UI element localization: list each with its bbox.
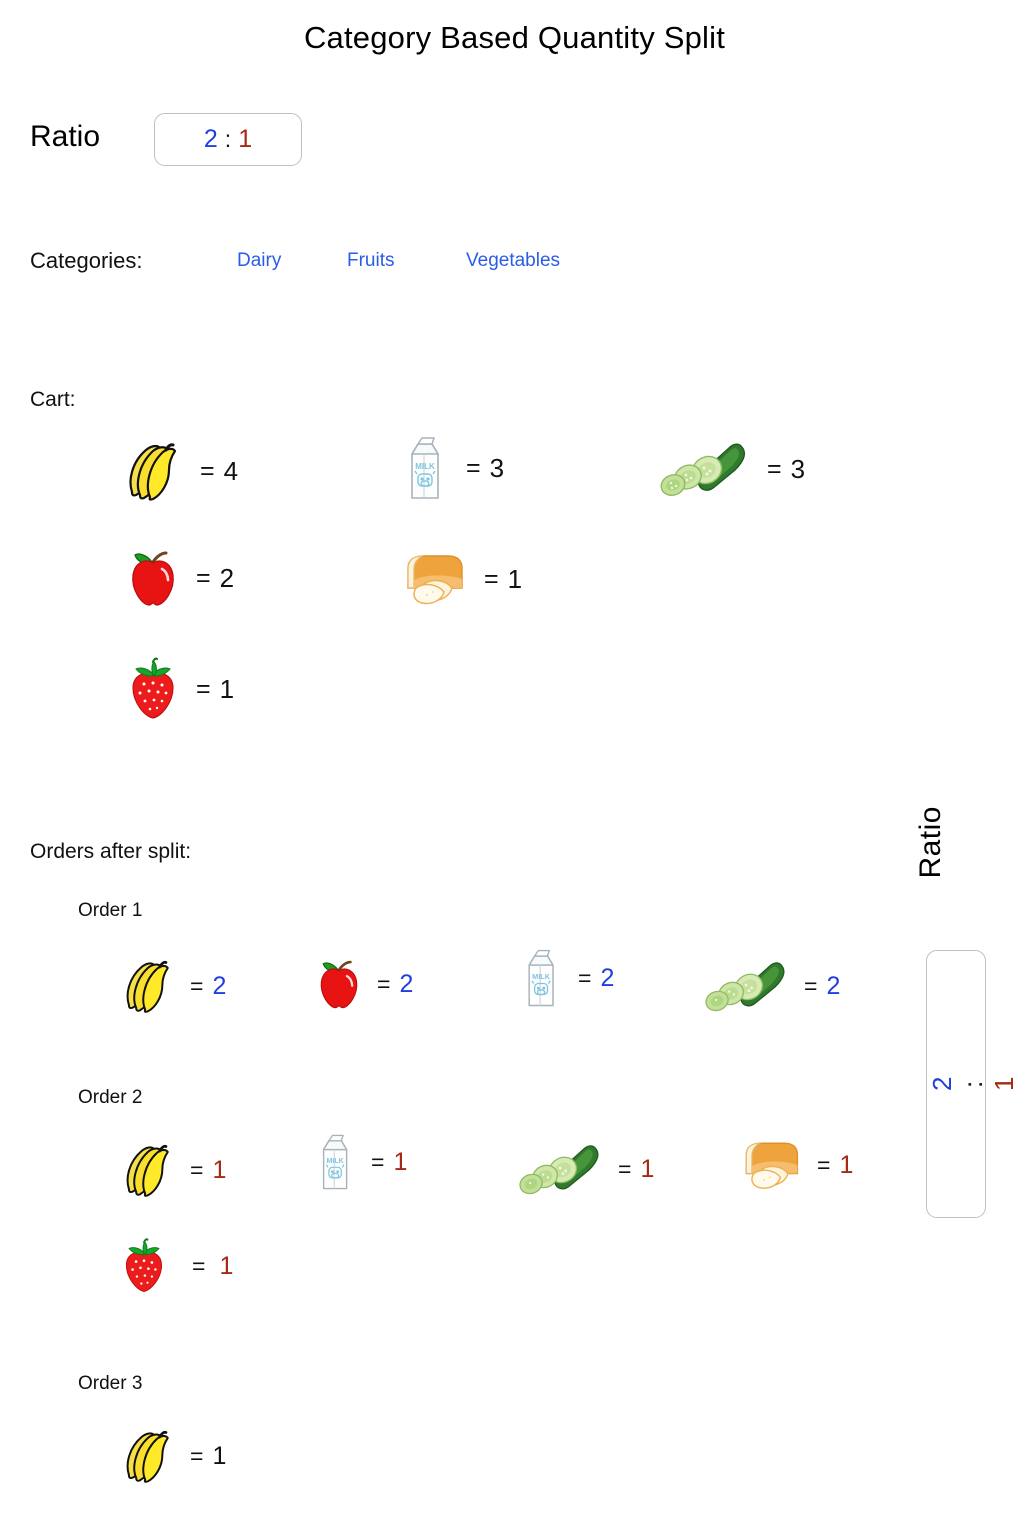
ratio-separator: : xyxy=(224,126,232,152)
order-2-item-milk: MILK = 1 xyxy=(313,1130,407,1194)
equals-sign: = xyxy=(371,1148,385,1175)
order-2-item-banana: = 1 xyxy=(116,1142,226,1198)
equals-sign: = xyxy=(196,674,211,703)
order-3-label: Order 3 xyxy=(78,1373,143,1394)
equals-sign: = xyxy=(190,972,204,999)
cart-qty-bread: 1 xyxy=(507,563,523,594)
categories-label: Categories: xyxy=(30,248,143,273)
equals-sign: = xyxy=(767,454,782,483)
ratio-input[interactable]: 2 : 1 xyxy=(154,113,302,166)
category-link-vegetables[interactable]: Vegetables xyxy=(466,250,560,272)
order-1-qty-milk: 2 xyxy=(600,963,615,992)
cart-qty-milk: 3 xyxy=(489,452,505,483)
cart-label: Cart: xyxy=(30,388,76,411)
equals-sign: = xyxy=(804,972,818,999)
cucumber-icon xyxy=(516,1140,606,1198)
vertical-ratio-input[interactable]: 2 : 1 xyxy=(926,950,1019,1218)
cart-item-banana: = 4 xyxy=(118,440,238,502)
order-2-qty-strawberry: 1 xyxy=(219,1251,234,1280)
apple-icon xyxy=(124,545,182,611)
order-1-item-cucumber: = 2 xyxy=(702,957,840,1015)
order-1-qty-banana: 2 xyxy=(212,971,227,1000)
bread-icon xyxy=(733,1137,805,1193)
page-title: Category Based Quantity Split xyxy=(303,20,726,55)
cart-qty-apple: 2 xyxy=(219,562,235,593)
ratio-first-value: 2 xyxy=(203,125,218,153)
order-1-item-apple: = 2 xyxy=(313,955,413,1013)
equals-sign: = xyxy=(190,1156,204,1183)
order-2-qty-banana: 1 xyxy=(212,1155,227,1184)
order-1-qty-apple: 2 xyxy=(399,969,414,998)
cart-qty-strawberry: 1 xyxy=(219,673,235,704)
cart-item-milk: MILK = 3 xyxy=(400,432,504,504)
order-1-item-milk: MILK = 2 xyxy=(518,945,614,1011)
order-1-label: Order 1 xyxy=(78,900,143,921)
order-1-qty-cucumber: 2 xyxy=(826,971,841,1000)
equals-sign: = xyxy=(196,563,211,592)
cart-qty-banana: 4 xyxy=(223,455,239,486)
cucumber-icon xyxy=(702,957,792,1015)
banana-icon xyxy=(116,1142,178,1198)
svg-text:MILK: MILK xyxy=(415,462,435,471)
vertical-ratio-first-value: 2 xyxy=(927,1076,957,1092)
cart-item-apple: = 2 xyxy=(124,545,234,611)
category-link-fruits[interactable]: Fruits xyxy=(347,250,395,272)
equals-sign: = xyxy=(578,964,592,991)
bread-icon xyxy=(394,550,470,608)
order-2-qty-milk: 1 xyxy=(393,1147,408,1176)
cart-item-cucumber: = 3 xyxy=(657,438,805,500)
orders-section-label: Orders after split: xyxy=(30,840,192,863)
equals-sign: = xyxy=(190,1442,204,1469)
order-3-qty-banana: 1 xyxy=(212,1441,227,1470)
vertical-ratio-second-value: 1 xyxy=(989,1076,1019,1092)
milk-icon: MILK xyxy=(400,432,452,504)
order-3-item-banana: = 1 xyxy=(116,1428,226,1484)
strawberry-icon xyxy=(118,1237,170,1295)
equals-sign: = xyxy=(618,1155,632,1182)
milk-icon: MILK xyxy=(518,945,566,1011)
category-link-dairy[interactable]: Dairy xyxy=(237,250,281,272)
ratio-second-value: 1 xyxy=(238,125,253,153)
equals-sign: = xyxy=(466,453,481,482)
cart-qty-cucumber: 3 xyxy=(790,453,806,484)
vertical-ratio-label: Ratio xyxy=(914,806,947,879)
banana-icon xyxy=(116,958,178,1014)
ratio-label: Ratio xyxy=(30,120,101,153)
milk-icon: MILK xyxy=(313,1130,359,1194)
order-2-item-strawberry: = 1 xyxy=(118,1237,233,1295)
page-root: Category Based Quantity Split Ratio 2 : … xyxy=(0,0,1029,1528)
order-1-item-banana: = 2 xyxy=(116,958,226,1014)
apple-icon xyxy=(313,955,365,1013)
svg-text:MILK: MILK xyxy=(532,972,551,981)
order-2-item-cucumber: = 1 xyxy=(516,1140,654,1198)
cart-item-strawberry: = 1 xyxy=(124,656,234,722)
equals-sign: = xyxy=(192,1252,206,1279)
equals-sign: = xyxy=(817,1151,831,1178)
equals-sign: = xyxy=(484,564,499,593)
banana-icon xyxy=(118,440,186,502)
strawberry-icon xyxy=(124,656,182,722)
vertical-ratio-separator: : xyxy=(958,1080,988,1088)
cucumber-icon xyxy=(657,438,753,500)
order-2-item-bread: = 1 xyxy=(733,1137,853,1193)
banana-icon xyxy=(116,1428,178,1484)
equals-sign: = xyxy=(200,456,215,485)
order-2-qty-bread: 1 xyxy=(839,1150,854,1179)
cart-item-bread: = 1 xyxy=(394,550,522,608)
order-2-qty-cucumber: 1 xyxy=(640,1154,655,1183)
order-2-label: Order 2 xyxy=(78,1087,143,1108)
svg-text:MILK: MILK xyxy=(326,1158,344,1165)
equals-sign: = xyxy=(377,970,391,997)
